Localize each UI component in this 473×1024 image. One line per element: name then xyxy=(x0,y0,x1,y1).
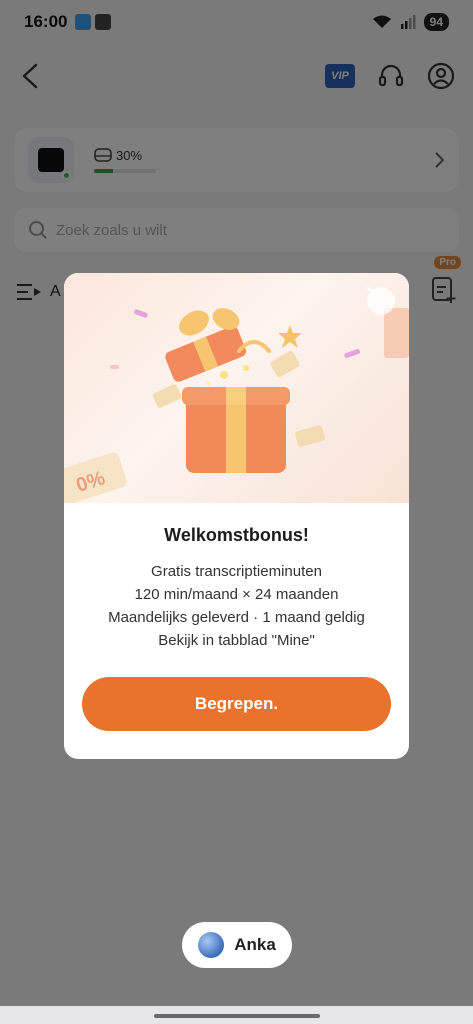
gift-box-image: 0% xyxy=(64,308,409,503)
assistant-label: Anka xyxy=(234,935,276,954)
gift-illustration: 0% xyxy=(64,273,409,503)
confirm-button[interactable]: Begrepen. xyxy=(82,677,391,731)
globe-icon xyxy=(198,932,225,958)
dialog-body: Gratis transcriptieminuten 120 min/maand… xyxy=(64,560,409,652)
dialog-line: Maandelijks geleverd · 1 maand geldig xyxy=(108,609,365,626)
dialog-line: 120 min/maand × 24 maanden xyxy=(134,586,339,603)
system-home-indicator xyxy=(154,1014,320,1018)
confirm-button-label: Begrepen. xyxy=(194,694,279,713)
system-nav-area xyxy=(0,1006,473,1024)
dialog-title: Welkomstbonus! xyxy=(164,525,309,545)
welcome-bonus-dialog: 0% Welkomstbonus! Gratis transcriptiemin… xyxy=(64,273,409,759)
close-icon xyxy=(367,287,379,299)
dialog-line: Bekijk in tabblad "Mine" xyxy=(158,632,315,649)
assistant-button[interactable]: Anka xyxy=(182,922,292,968)
close-button[interactable] xyxy=(367,287,395,315)
dialog-line: Gratis transcriptieminuten xyxy=(151,563,322,580)
